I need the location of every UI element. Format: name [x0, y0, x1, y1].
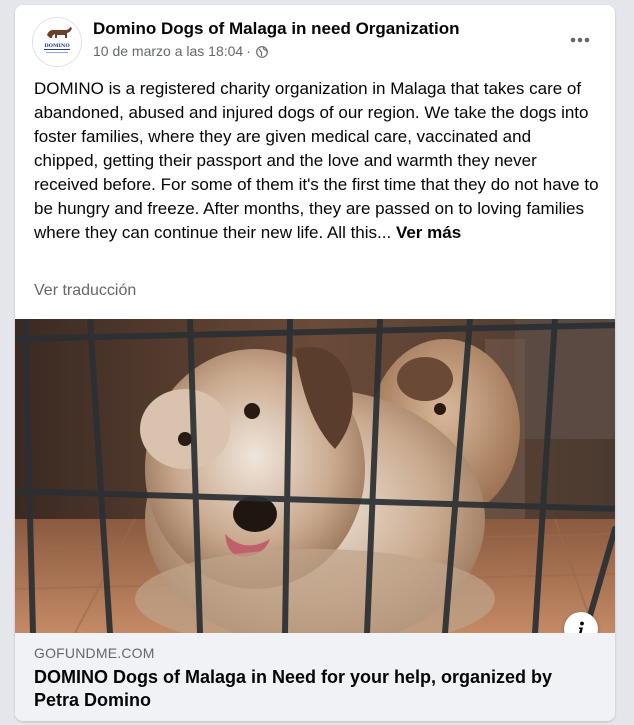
link-preview-image[interactable]	[15, 319, 615, 633]
more-horizontal-icon	[570, 37, 590, 43]
post-card: DOMINO Domino Dogs of Malaga in need Org…	[15, 5, 615, 721]
logo-text: DOMINO	[44, 43, 70, 49]
dog-behind-cage-photo	[15, 319, 615, 633]
see-more-link[interactable]: Ver más	[396, 223, 461, 242]
link-preview-footer[interactable]: GOFUNDME.COM DOMINO Dogs of Malaga in Ne…	[15, 633, 615, 721]
globe-icon[interactable]	[255, 45, 268, 58]
link-domain: GOFUNDME.COM	[34, 645, 155, 661]
meta-separator: ·	[246, 43, 251, 59]
post-body: DOMINO is a registered charity organizat…	[34, 77, 600, 245]
see-translation-link[interactable]: Ver traducción	[34, 282, 136, 300]
more-options-button[interactable]	[565, 25, 595, 55]
page-avatar[interactable]: DOMINO	[32, 17, 82, 67]
post-header: DOMINO Domino Dogs of Malaga in need Org…	[15, 5, 615, 73]
post-body-text: DOMINO is a registered charity organizat…	[34, 79, 599, 242]
post-meta: 10 de marzo a las 18:04 ·	[93, 43, 268, 59]
page-name-link[interactable]: Domino Dogs of Malaga in need Organizati…	[93, 19, 459, 39]
post-timestamp[interactable]: 10 de marzo a las 18:04	[93, 43, 243, 59]
domino-logo: DOMINO	[33, 18, 81, 66]
link-title[interactable]: DOMINO Dogs of Malaga in Need for your h…	[34, 666, 594, 712]
